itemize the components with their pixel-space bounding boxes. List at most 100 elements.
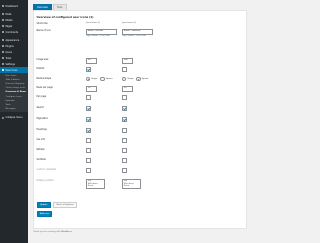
row-display-position: Display position Top With above Below To… — [34, 179, 246, 189]
row-label: Shortcode — [36, 22, 48, 25]
headings-checkbox-2[interactable] — [122, 128, 127, 134]
icon-name-input-2[interactable]: Home / Someme — [122, 29, 153, 35]
css-info-checkbox-2[interactable] — [122, 138, 127, 144]
css-info-checkbox-1[interactable] — [86, 138, 91, 144]
row-pagination: Pagination — [34, 117, 246, 123]
row-label: Refresh — [36, 148, 45, 151]
publish-checkbox-1[interactable] — [86, 67, 91, 73]
reset-options-button[interactable]: Reset all options — [53, 202, 78, 209]
radio-label: Shape — [127, 78, 134, 81]
search-checkbox-2[interactable] — [122, 106, 127, 112]
shortcode-1: [usericons-1] — [86, 22, 100, 24]
row-label: Css info — [36, 138, 46, 141]
row-per-page: Per page — [34, 95, 246, 101]
sortable-checkbox-1[interactable] — [86, 158, 91, 164]
icon-name-input-1[interactable]: Home / Rounds — [86, 29, 117, 35]
update-button[interactable]: Update — [36, 202, 52, 209]
media-icon — [1, 18, 5, 22]
refresh-checkbox-2[interactable] — [122, 148, 127, 154]
per-page-checkbox-1[interactable] — [86, 95, 91, 101]
menu-label: Settings — [5, 62, 15, 66]
shortcode-2: [usericons-2] — [122, 22, 136, 24]
submenu: User Icons Tabs & Admin Gravatar Mapping… — [0, 73, 28, 112]
headings-checkbox-1[interactable] — [86, 128, 91, 134]
row-refresh: Refresh — [34, 148, 246, 154]
menu-label: User Icons — [5, 68, 18, 72]
display-position-1[interactable]: Top With above Below — [86, 179, 105, 189]
menu-label: Pages — [5, 24, 13, 28]
plugin-icon — [1, 44, 5, 48]
custom-css-checkbox-2[interactable] — [122, 168, 127, 174]
admin-sidebar: Dashboard Posts Media Pages Comments App… — [0, 0, 28, 243]
submenu-item[interactable]: Messages — [0, 107, 28, 111]
row-label: Headings — [36, 128, 47, 131]
row-search: Search — [34, 106, 246, 112]
row-label: Publish — [36, 67, 45, 70]
pagination-checkbox-2[interactable] — [122, 117, 127, 123]
menu-label: Appearance — [5, 38, 20, 42]
row-label: Image size — [36, 58, 49, 61]
row-radius-shape: Radius shape Shape Square Shape Square — [34, 77, 246, 83]
image-size-input-2[interactable]: 160 — [122, 58, 133, 64]
sortable-checkbox-2[interactable] — [122, 158, 127, 164]
row-css-info: Css info — [34, 138, 246, 144]
row-label: Display position — [36, 179, 54, 182]
shape-radio-1b[interactable] — [100, 77, 105, 82]
row-label: Radius shape — [36, 77, 52, 80]
radio-label: Square — [141, 78, 149, 81]
collapse-menu-button[interactable]: Collapse menu — [0, 115, 28, 121]
refresh-checkbox-1[interactable] — [86, 148, 91, 154]
admin-footer: Thank you for creating with WordPress. — [33, 231, 72, 233]
row-label: Pagination — [36, 117, 48, 120]
pin-icon — [1, 12, 5, 16]
row-label: Per page — [36, 95, 47, 98]
row-publish: Publish — [34, 67, 246, 73]
overview-panel: Overview of configured user icons (2) Sh… — [33, 10, 247, 229]
menu-label: Users — [5, 50, 12, 54]
row-label: Sortable — [36, 158, 46, 161]
shape-radio-2b[interactable] — [136, 77, 141, 82]
image-size-input-1[interactable]: 24 — [86, 58, 97, 64]
custom-css-checkbox-1[interactable] — [86, 168, 91, 174]
menu-label: Dashboard — [5, 4, 18, 8]
wordpress-link[interactable]: WordPress. — [61, 231, 72, 233]
wrench-icon — [1, 56, 5, 60]
footer-text: Thank you for creating with — [33, 231, 62, 233]
publish-checkbox-2[interactable] — [122, 67, 127, 73]
row-custom-css: Custom css/styles — [34, 168, 246, 174]
panel-title: Overview of configured user icons (2) — [36, 14, 94, 19]
comment-icon — [1, 30, 5, 34]
menu-label: Tools — [5, 56, 12, 60]
icon-actions-1[interactable]: Copy | Rotate | Clear | Edit — [86, 35, 117, 37]
row-rows-per-page: Rows per page 10 10 — [34, 86, 246, 92]
row-label: Rows per page — [36, 86, 53, 89]
search-checkbox-1[interactable] — [86, 106, 91, 112]
radio-label: Shape — [91, 78, 98, 81]
row-shortcode: Shortcode [usericons-1] [usericons-2] — [34, 22, 246, 28]
shape-radio-2a[interactable] — [122, 77, 127, 82]
menu-label: Posts — [5, 12, 12, 16]
add-new-button[interactable]: Add new — [36, 211, 53, 218]
row-image-size: Image size 24 160 — [34, 58, 246, 64]
menu-label: Media — [5, 18, 13, 22]
user-icons-icon — [1, 68, 5, 72]
row-label: Custom css/styles — [36, 168, 57, 171]
radio-label: Square — [105, 78, 113, 81]
icon-actions-2[interactable]: Copy | Rotate | Clear | Edit — [122, 35, 153, 37]
users-icon — [1, 50, 5, 54]
menu-label: Plugins — [5, 44, 14, 48]
page-icon — [1, 24, 5, 28]
row-label: Search — [36, 106, 45, 109]
per-page-checkbox-2[interactable] — [122, 95, 127, 101]
rows-per-page-input-1[interactable]: 10 — [86, 86, 97, 92]
rows-per-page-input-2[interactable]: 10 — [122, 86, 133, 92]
display-position-2[interactable]: Top With above Below — [122, 179, 141, 189]
row-sortable: Sortable — [34, 158, 246, 164]
row-name-of-icon: Name of icon Home / Rounds Copy | Rotate… — [34, 29, 246, 39]
pagination-checkbox-1[interactable] — [86, 117, 91, 123]
collapse-icon — [1, 116, 5, 120]
shape-radio-1a[interactable] — [86, 77, 91, 82]
brush-icon — [1, 38, 5, 42]
row-label: Name of icon — [36, 29, 52, 32]
collapse-label: Collapse menu — [5, 116, 23, 120]
